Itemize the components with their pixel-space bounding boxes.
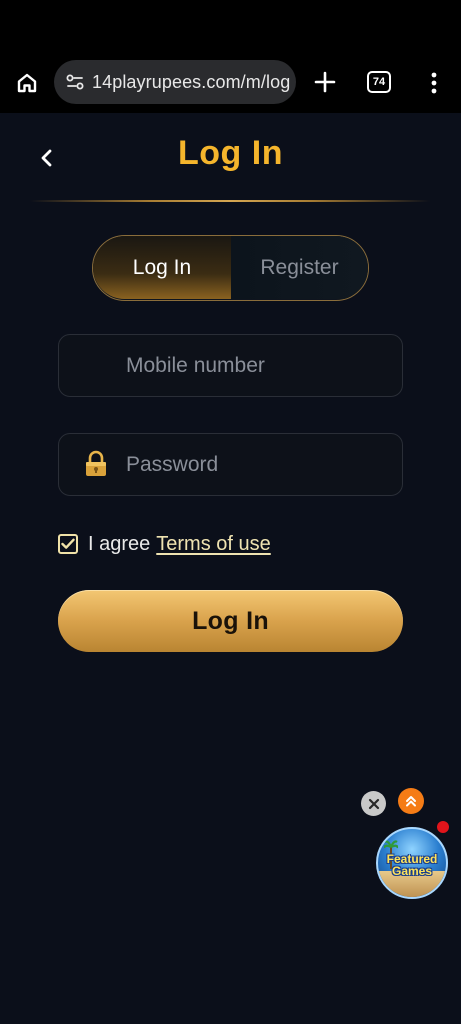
password-input[interactable] (126, 452, 386, 477)
home-icon (17, 73, 37, 93)
agree-row: I agree Terms of use (58, 532, 271, 556)
double-chevron-up-icon (406, 796, 416, 807)
status-bar (0, 0, 461, 50)
plus-icon (314, 71, 336, 93)
agree-text: I agree (88, 532, 151, 555)
badge-text-line2: Games (391, 864, 433, 878)
mobile-number-input[interactable] (126, 353, 386, 378)
password-field[interactable] (58, 433, 403, 496)
login-submit-button[interactable]: Log In (58, 590, 403, 652)
home-button[interactable] (12, 68, 42, 98)
tune-icon (66, 74, 84, 90)
close-floating-widget-button[interactable] (361, 791, 386, 816)
checkmark-icon (61, 538, 75, 549)
new-tab-button[interactable] (310, 67, 340, 97)
more-vert-icon (431, 72, 437, 94)
terms-of-use-link[interactable]: Terms of use (156, 533, 270, 556)
lock-icon (86, 450, 106, 476)
agree-checkbox[interactable] (58, 534, 78, 554)
url-text: 14playrupees.com/m/log (92, 71, 291, 92)
notification-dot (437, 821, 449, 833)
page-title: Log In (178, 134, 283, 172)
tab-register[interactable]: Register (231, 236, 368, 299)
auth-tab-toggle: Log In Register (92, 235, 369, 301)
browser-toolbar: 14playrupees.com/m/log 74 (0, 50, 461, 113)
tab-switcher-button[interactable]: 74 (367, 71, 391, 93)
header-divider (30, 200, 430, 202)
scroll-to-top-button[interactable] (398, 788, 424, 814)
mobile-number-field[interactable] (58, 334, 403, 397)
address-bar[interactable]: 14playrupees.com/m/log (54, 60, 296, 104)
screen: 14playrupees.com/m/log 74 Log In Log In … (0, 0, 461, 1024)
badge-text: Featured Games (378, 853, 446, 877)
featured-games-badge[interactable]: Featured Games (376, 827, 448, 899)
site-settings-button[interactable] (62, 69, 88, 95)
browser-menu-button[interactable] (420, 68, 448, 98)
close-icon (368, 798, 379, 809)
tab-login[interactable]: Log In (93, 236, 231, 299)
